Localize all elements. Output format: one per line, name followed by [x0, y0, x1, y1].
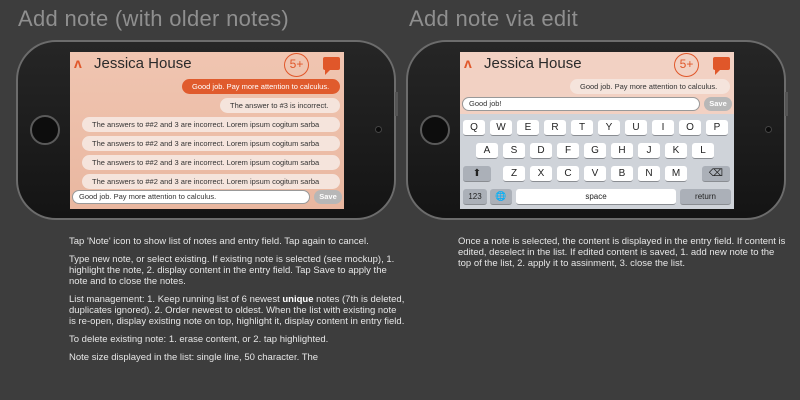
- description-paragraph: To delete existing note: 1. erase conten…: [69, 334, 329, 345]
- description-paragraph: Note size displayed in the list: single …: [69, 352, 319, 363]
- keyboard-row: 123 🌐 space return: [460, 189, 734, 205]
- key-j[interactable]: J: [638, 143, 660, 159]
- list-item[interactable]: The answers to ##2 and 3 are incorrect. …: [82, 155, 340, 170]
- notes-list: Good job. Pay more attention to calculus…: [460, 79, 734, 98]
- list-item[interactable]: Good job. Pay more attention to calculus…: [570, 79, 730, 94]
- save-button[interactable]: Save: [704, 97, 732, 111]
- shift-key[interactable]: ⬆: [463, 166, 491, 182]
- save-button[interactable]: Save: [314, 190, 342, 204]
- key-r[interactable]: R: [544, 120, 566, 136]
- on-screen-keyboard: Q W E R T Y U I O P A S D F G H J K L ⬆ …: [460, 114, 734, 209]
- phone-mockup-left: ᴧ Jessica House 5+ Good job. Pay more at…: [16, 40, 398, 220]
- key-b[interactable]: B: [611, 166, 633, 182]
- numbers-key[interactable]: 123: [463, 189, 487, 205]
- phone-mockup-right: ᴧ Jessica House 5+ Good job. Pay more at…: [406, 40, 788, 220]
- key-k[interactable]: K: [665, 143, 687, 159]
- note-icon[interactable]: [713, 57, 730, 75]
- key-y[interactable]: Y: [598, 120, 620, 136]
- logo-icon: ᴧ: [464, 55, 472, 71]
- key-i[interactable]: I: [652, 120, 674, 136]
- list-item[interactable]: The answer to #3 is incorrect.: [220, 98, 340, 113]
- right-description: Once a note is selected, the content is …: [458, 236, 788, 276]
- description-paragraph: List management: 1. Keep running list of…: [69, 294, 405, 327]
- entry-row: Good job! Save: [462, 97, 732, 111]
- app-header: ᴧ Jessica House 5+: [460, 52, 734, 79]
- home-button[interactable]: [30, 115, 60, 145]
- key-e[interactable]: E: [517, 120, 539, 136]
- key-t[interactable]: T: [571, 120, 593, 136]
- app-screen: ᴧ Jessica House 5+ Good job. Pay more at…: [460, 52, 734, 209]
- key-f[interactable]: F: [557, 143, 579, 159]
- key-o[interactable]: O: [679, 120, 701, 136]
- key-h[interactable]: H: [611, 143, 633, 159]
- key-l[interactable]: L: [692, 143, 714, 159]
- key-g[interactable]: G: [584, 143, 606, 159]
- grade-badge[interactable]: 5+: [674, 53, 699, 77]
- home-button[interactable]: [420, 115, 450, 145]
- app-screen: ᴧ Jessica House 5+ Good job. Pay more at…: [70, 52, 344, 209]
- list-item[interactable]: The answers to ##2 and 3 are incorrect. …: [82, 136, 340, 151]
- key-w[interactable]: W: [490, 120, 512, 136]
- keyboard-row: ⬆ Z X C V B N M ⌫: [460, 166, 734, 182]
- list-item-selected[interactable]: Good job. Pay more attention to calculus…: [182, 79, 340, 94]
- key-m[interactable]: M: [665, 166, 687, 182]
- emphasis-unique: unique: [282, 294, 314, 305]
- notes-list: Good job. Pay more attention to calculus…: [70, 79, 344, 193]
- key-p[interactable]: P: [706, 120, 728, 136]
- grade-badge[interactable]: 5+: [284, 53, 309, 77]
- key-q[interactable]: Q: [463, 120, 485, 136]
- backspace-key[interactable]: ⌫: [702, 166, 730, 182]
- globe-icon[interactable]: 🌐: [490, 189, 512, 205]
- left-description: Tap 'Note' icon to show list of notes an…: [69, 236, 405, 370]
- key-d[interactable]: D: [530, 143, 552, 159]
- key-z[interactable]: Z: [503, 166, 525, 182]
- left-mockup-heading: Add note (with older notes): [18, 6, 290, 31]
- key-n[interactable]: N: [638, 166, 660, 182]
- key-c[interactable]: C: [557, 166, 579, 182]
- logo-icon: ᴧ: [74, 55, 82, 71]
- side-button: [395, 92, 398, 116]
- student-name: Jessica House: [94, 55, 192, 72]
- note-entry-field[interactable]: Good job!: [462, 97, 700, 111]
- key-v[interactable]: V: [584, 166, 606, 182]
- list-item[interactable]: The answers to ##2 and 3 are incorrect. …: [82, 174, 340, 189]
- note-icon[interactable]: [323, 57, 340, 75]
- note-entry-field[interactable]: Good job. Pay more attention to calculus…: [72, 190, 310, 204]
- description-paragraph: Tap 'Note' icon to show list of notes an…: [69, 236, 369, 247]
- space-key[interactable]: space: [516, 189, 676, 205]
- key-s[interactable]: S: [503, 143, 525, 159]
- student-name: Jessica House: [484, 55, 582, 72]
- keyboard-row: Q W E R T Y U I O P: [460, 120, 734, 136]
- description-paragraph: Once a note is selected, the content is …: [458, 236, 786, 269]
- entry-row: Good job. Pay more attention to calculus…: [72, 190, 342, 204]
- description-paragraph: Type new note, or select existing. If ex…: [69, 254, 395, 287]
- key-u[interactable]: U: [625, 120, 647, 136]
- right-mockup-heading: Add note via edit: [409, 6, 578, 31]
- key-x[interactable]: X: [530, 166, 552, 182]
- app-header: ᴧ Jessica House 5+: [70, 52, 344, 79]
- camera-icon: [765, 126, 772, 133]
- keyboard-row: A S D F G H J K L: [460, 143, 734, 159]
- camera-icon: [375, 126, 382, 133]
- list-item[interactable]: The answers to ##2 and 3 are incorrect. …: [82, 117, 340, 132]
- return-key[interactable]: return: [680, 189, 731, 205]
- key-a[interactable]: A: [476, 143, 498, 159]
- side-button: [785, 92, 788, 116]
